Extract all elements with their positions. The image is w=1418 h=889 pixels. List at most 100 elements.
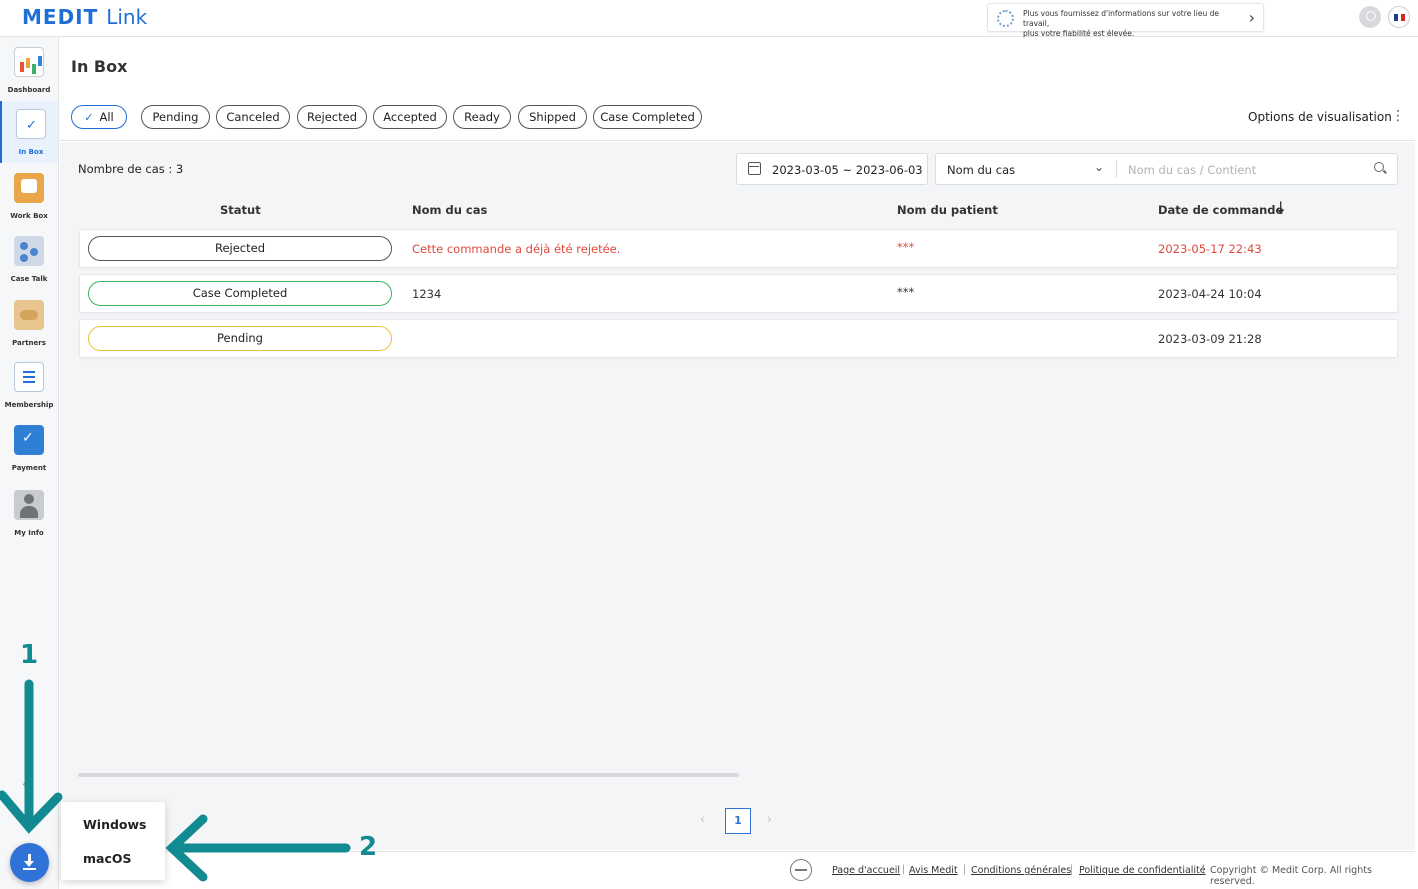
column-header-order-date[interactable]: Date de commande xyxy=(1158,203,1283,217)
workbox-icon xyxy=(14,173,44,203)
footer-link-home[interactable]: Page d'accueil xyxy=(832,865,900,876)
filter-label: Ready xyxy=(464,110,500,124)
filter-chip-ready[interactable]: Ready xyxy=(453,105,511,129)
language-flag-icon[interactable] xyxy=(1388,6,1410,28)
table-row[interactable]: Case Completed 1234 *** 2023-04-24 10:04 xyxy=(79,274,1398,313)
footer-separator: | xyxy=(1070,864,1074,875)
search-icon[interactable] xyxy=(1374,162,1384,172)
table-row[interactable]: Pending 2023-03-09 21:28 xyxy=(79,319,1398,358)
download-button[interactable] xyxy=(10,843,49,882)
footer-separator: | xyxy=(963,864,967,875)
sidebar-label: Work Box xyxy=(10,212,48,220)
inbox-icon xyxy=(16,109,46,139)
user-avatar-icon[interactable] xyxy=(1359,6,1381,28)
pagination-page-button[interactable]: 1 xyxy=(725,808,751,834)
sidebar-item-payment[interactable]: Payment xyxy=(0,417,58,479)
footer-separator: | xyxy=(1202,864,1206,875)
pagination-prev-icon[interactable]: ‹ xyxy=(700,812,705,826)
sidebar-label: Partners xyxy=(12,339,46,347)
download-os-menu: Windows macOS xyxy=(61,802,165,880)
filter-label: Rejected xyxy=(306,110,358,124)
sidebar-item-workbox[interactable]: Work Box xyxy=(0,165,58,227)
footer-separator: | xyxy=(902,864,906,875)
progress-circle-icon xyxy=(997,10,1014,27)
notice-line-1: Plus vous fournissez d'informations sur … xyxy=(1023,9,1219,28)
column-header-patient: Nom du patient xyxy=(897,203,998,217)
status-badge: Pending xyxy=(88,326,392,351)
date-range-picker[interactable]: 2023-03-05 ~ 2023-06-03 xyxy=(736,153,928,185)
annotation-step-1: 1 xyxy=(20,640,39,670)
chevron-down-icon[interactable]: ⌄ xyxy=(1094,160,1104,174)
download-icon xyxy=(23,868,36,870)
sidebar-item-casetalk[interactable]: Case Talk xyxy=(0,228,58,290)
view-options-button[interactable]: Options de visualisation xyxy=(1248,110,1392,124)
download-windows-option[interactable]: Windows xyxy=(83,817,147,832)
partners-icon xyxy=(14,300,44,330)
column-header-status: Statut xyxy=(220,203,261,217)
sidebar-item-inbox[interactable]: In Box xyxy=(0,101,58,163)
search-field-select[interactable]: Nom du cas xyxy=(947,163,1015,177)
collapse-sidebar-icon[interactable]: « xyxy=(22,777,29,791)
filter-chip-all[interactable]: ✓ All xyxy=(71,105,127,129)
myinfo-icon xyxy=(14,490,44,520)
filter-label: Canceled xyxy=(226,110,280,124)
workplace-info-notice[interactable]: Plus vous fournissez d'informations sur … xyxy=(987,3,1264,38)
footer-link-notice[interactable]: Avis Medit xyxy=(909,865,958,876)
medit-link-logo[interactable]: MEDIT Link xyxy=(22,5,147,29)
more-options-icon[interactable]: ⋮ xyxy=(1391,109,1405,123)
sidebar-item-dashboard[interactable]: Dashboard xyxy=(0,39,58,101)
column-header-case-name: Nom du cas xyxy=(412,203,488,217)
filter-chip-accepted[interactable]: Accepted xyxy=(373,105,447,129)
order-date-cell: 2023-04-24 10:04 xyxy=(1158,287,1262,301)
patient-cell: *** xyxy=(897,240,915,254)
sidebar-label: Membership xyxy=(4,401,54,409)
sidebar-label: Case Talk xyxy=(10,275,48,283)
copyright-text: Copyright © Medit Corp. All rights reser… xyxy=(1210,865,1372,887)
search-input[interactable]: Nom du cas / Contient xyxy=(1128,163,1256,177)
payment-icon xyxy=(14,425,44,455)
case-count: Nombre de cas : 3 xyxy=(78,162,184,176)
search-divider xyxy=(1116,160,1117,178)
certification-seal-icon xyxy=(790,859,812,881)
search-box: Nom du cas ⌄ Nom du cas / Contient xyxy=(935,153,1398,185)
filter-label: Pending xyxy=(152,110,199,124)
filter-label: Accepted xyxy=(383,110,437,124)
sort-descending-icon[interactable]: ↓ xyxy=(1274,198,1287,217)
sidebar-label: My Info xyxy=(14,529,44,537)
sidebar-label: Dashboard xyxy=(7,86,51,94)
sidebar-item-membership[interactable]: Membership xyxy=(0,354,58,416)
notice-text: Plus vous fournissez d'informations sur … xyxy=(1023,9,1243,39)
page-header: In Box ✓ All Pending Canceled Rejected Ac… xyxy=(60,38,1415,141)
sidebar-item-partners[interactable]: Partners xyxy=(0,292,58,354)
filter-chip-case-completed[interactable]: Case Completed xyxy=(593,105,702,129)
calendar-icon xyxy=(748,162,761,175)
horizontal-scrollbar[interactable] xyxy=(78,773,739,777)
footer: Page d'accueil | Avis Medit | Conditions… xyxy=(60,851,1415,889)
sidebar-item-myinfo[interactable]: My Info xyxy=(0,482,58,544)
check-icon: ✓ xyxy=(84,111,94,124)
date-range-value: 2023-03-05 ~ 2023-06-03 xyxy=(772,163,923,177)
filter-chip-rejected[interactable]: Rejected xyxy=(297,105,367,129)
download-macos-option[interactable]: macOS xyxy=(83,851,132,866)
order-date-cell: 2023-05-17 22:43 xyxy=(1158,242,1262,256)
logo-sub-text: Link xyxy=(106,5,148,29)
filter-label: Shipped xyxy=(529,110,576,124)
pagination-next-icon[interactable]: › xyxy=(767,812,772,826)
page-title: In Box xyxy=(71,57,128,76)
casetalk-icon xyxy=(14,236,44,266)
filter-label: All xyxy=(99,110,114,124)
filter-chip-canceled[interactable]: Canceled xyxy=(216,105,290,129)
sidebar: Dashboard In Box Work Box Case Talk Part… xyxy=(0,37,59,889)
status-badge: Case Completed xyxy=(88,281,392,306)
case-name-cell: 1234 xyxy=(412,287,442,301)
logo-main-text: MEDIT xyxy=(22,5,99,29)
patient-cell: *** xyxy=(897,285,915,299)
footer-link-terms[interactable]: Conditions générales xyxy=(971,865,1071,876)
top-bar: MEDIT Link Plus vous fournissez d'inform… xyxy=(0,0,1418,38)
table-row[interactable]: Rejected Cette commande a déjà été rejet… xyxy=(79,229,1398,268)
membership-icon xyxy=(14,362,44,392)
chevron-right-icon: › xyxy=(1248,8,1255,27)
filter-chip-shipped[interactable]: Shipped xyxy=(518,105,587,129)
footer-link-privacy[interactable]: Politique de confidentialité xyxy=(1079,865,1206,876)
filter-chip-pending[interactable]: Pending xyxy=(141,105,210,129)
